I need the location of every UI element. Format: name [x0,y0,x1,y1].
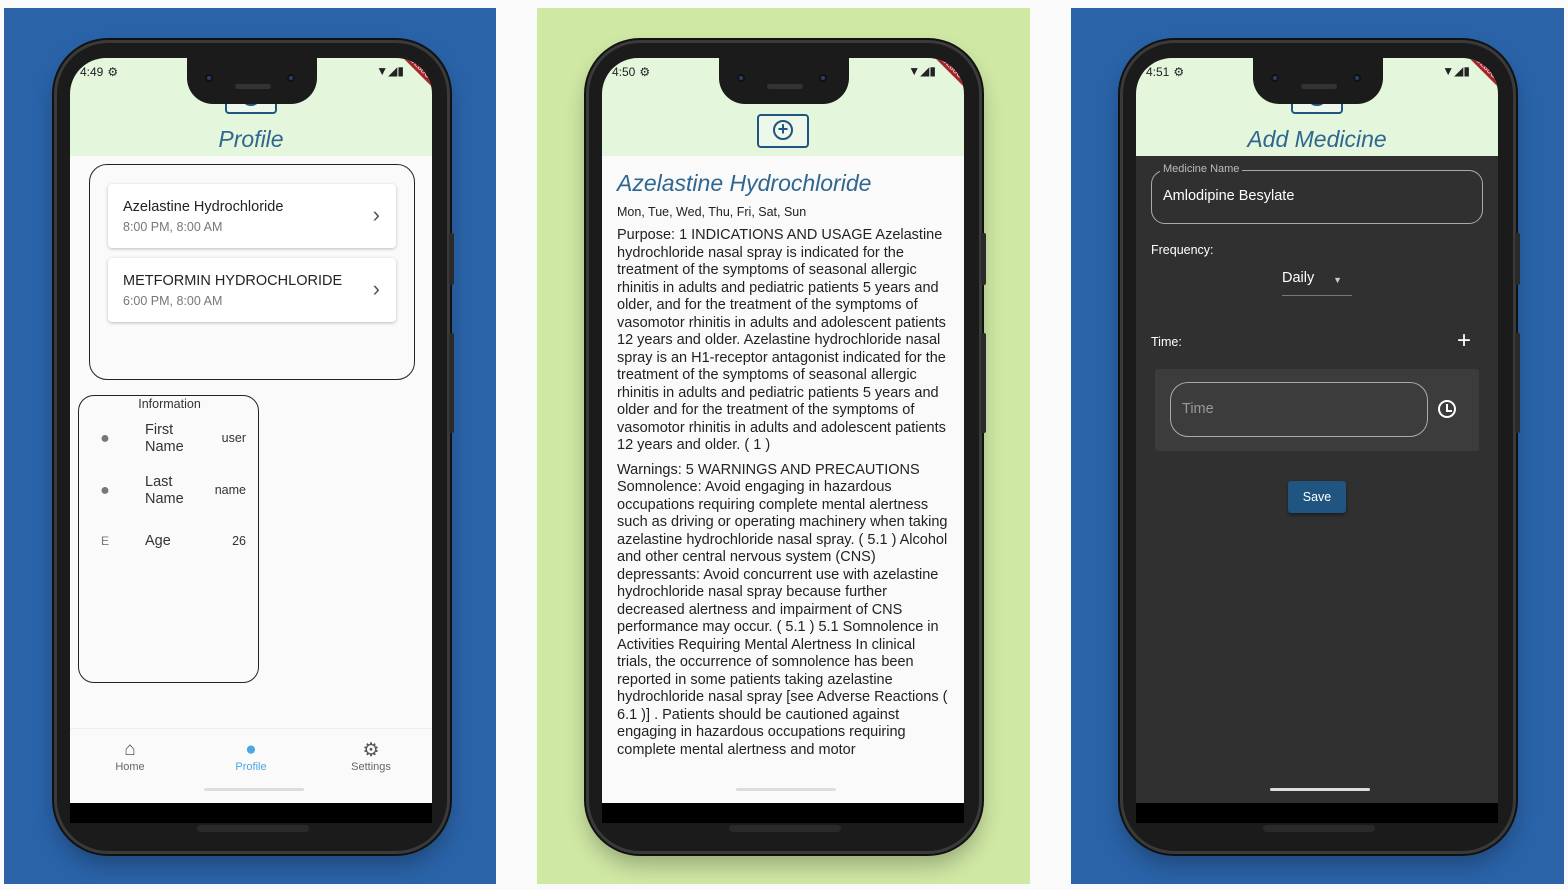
info-row-last-name: ● Last Name name [79,471,260,511]
detail-screen: 4:50 ⚙ ▼◢▮ DEBUG + Azelastine Hydrochlori… [602,58,964,803]
time-label: Time: [1151,335,1182,349]
warnings-text: Warnings: 5 WARNINGS AND PRECAUTIONS Som… [617,461,948,758]
home-indicator [1270,788,1370,791]
frequency-label: Frequency: [1151,243,1214,257]
bottom-nav: ⌂ Home ● Profile ⚙ Settings [70,728,432,803]
time-entry-card: Time [1155,369,1479,451]
medicine-name: METFORMIN HYDROCHLORIDE [123,273,343,289]
time-input[interactable]: Time [1170,382,1428,437]
medicine-name-field[interactable]: Medicine Name Amlodipine Besylate [1151,163,1483,224]
clock-icon[interactable] [1438,400,1456,418]
nav-profile[interactable]: ● Profile [211,739,291,773]
signal-icons: ▼◢▮ [376,64,404,78]
settings-status-icon: ⚙ [107,65,119,79]
page-title: Add Medicine [1247,126,1387,152]
signal-icons: ▼◢▮ [1442,64,1470,78]
dropdown-arrow-icon: ▼ [1333,275,1342,285]
medicine-card[interactable]: Azelastine Hydrochloride 8:00 PM, 8:00 A… [108,184,396,248]
add-medicine-screen: 4:51⚙ ▼◢▮ DEBUG + Add Medicine Medicine … [1136,58,1498,803]
settings-status-icon: ⚙ [639,65,651,79]
panel-add-medicine: 4:51⚙ ▼◢▮ DEBUG + Add Medicine Medicine … [1071,8,1564,884]
medicine-list: Azelastine Hydrochloride 8:00 PM, 8:00 A… [89,164,415,380]
medicine-card[interactable]: METFORMIN HYDROCHLORIDE 6:00 PM, 8:00 AM… [108,258,396,322]
phone-frame: 4:49⚙ ▼◢▮ DEBUG + Profile Azelastine Hyd… [54,40,454,854]
letter-e-icon: E [100,534,109,548]
person-icon: ● [100,430,110,447]
info-row-first-name: ● First Name user [79,419,260,459]
panel-detail: 4:50 ⚙ ▼◢▮ DEBUG + Azelastine Hydrochlori… [537,8,1030,884]
chevron-right-icon: › [372,276,380,301]
person-icon: ● [100,482,110,499]
status-bar: 4:50 ⚙ [612,65,651,79]
nav-settings[interactable]: ⚙ Settings [331,739,411,773]
save-button[interactable]: Save [1288,481,1346,513]
frequency-dropdown[interactable]: Daily ▼ [1282,270,1352,296]
nav-home[interactable]: ⌂ Home [90,739,170,773]
panel-profile: 4:49⚙ ▼◢▮ DEBUG + Profile Azelastine Hyd… [4,8,496,884]
phone-frame: 4:51⚙ ▼◢▮ DEBUG + Add Medicine Medicine … [1120,40,1520,854]
info-row-age: E Age 26 [79,522,260,562]
phone-frame: 4:50 ⚙ ▼◢▮ DEBUG + Azelastine Hydrochlori… [586,40,986,854]
home-icon: ⌂ [124,739,136,760]
information-title: Information [138,397,201,411]
medicine-times: 6:00 PM, 8:00 AM [123,294,223,308]
medical-logo-icon: + [757,114,809,148]
medicine-detail: Azelastine Hydrochloride Mon, Tue, Wed, … [602,156,964,803]
gear-icon: ⚙ [362,740,380,761]
add-time-icon[interactable]: + [1457,329,1471,353]
medicine-times: 8:00 PM, 8:00 AM [123,220,223,234]
chevron-right-icon: › [372,202,380,227]
schedule-days: Mon, Tue, Wed, Thu, Fri, Sat, Sun [617,205,807,219]
medicine-title: Azelastine Hydrochloride [617,170,872,196]
information-box: Information ● First Name user ● Last Nam… [78,395,259,683]
status-bar: 4:49 ⚙ [80,65,119,79]
settings-status-icon: ⚙ [1173,65,1185,79]
profile-screen: 4:49⚙ ▼◢▮ DEBUG + Profile Azelastine Hyd… [70,58,432,803]
home-indicator [736,788,836,791]
home-indicator [204,788,304,791]
signal-icons: ▼◢▮ [908,64,936,78]
medicine-name: Azelastine Hydrochloride [123,199,284,215]
person-icon: ● [245,739,257,760]
status-bar: 4:51 ⚙ [1146,65,1185,79]
purpose-text: Purpose: 1 INDICATIONS AND USAGE Azelast… [617,227,946,453]
page-title: Profile [218,126,284,152]
